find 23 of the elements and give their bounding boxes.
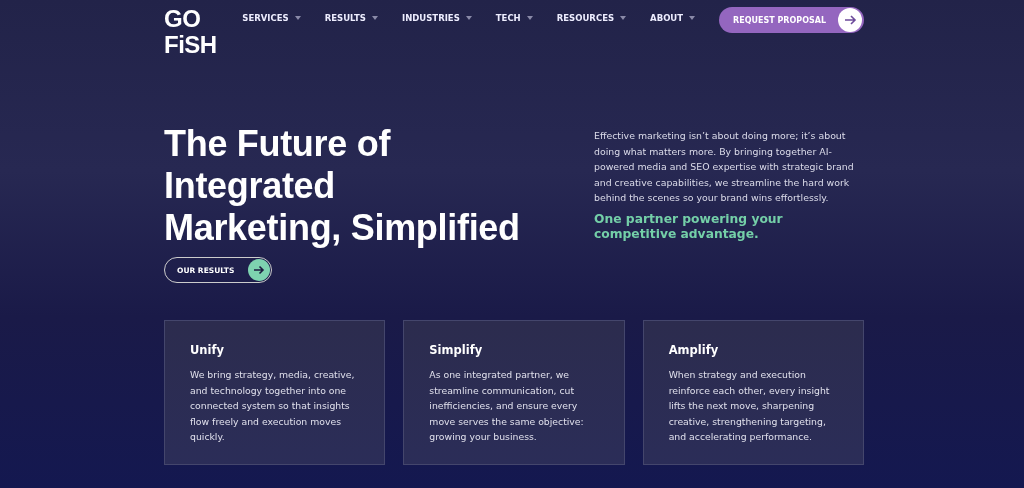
card-text: We bring strategy, media, creative, and technology together into one connected system so that insights flow freely and execution moves quickly. (190, 368, 356, 444)
hero-heading: The Future of Integrated Marketing, Simplified (164, 123, 520, 249)
hero-description: Effective marketing isn’t about doing more; it’s about doing what matters more. By bringing together AI-powered media and SEO expertise with strategic brand and creative capabilities, we streamline the hard work behind the scenes so your brand wins effortlessly. (594, 129, 855, 205)
caret-icon (294, 16, 301, 20)
nav-link[interactable]: SERVICES (242, 13, 301, 23)
card-title: Unify (190, 343, 225, 357)
caret-icon (620, 16, 627, 20)
nav-link[interactable]: RESULTS (324, 13, 378, 23)
card-text: When strategy and execution reinforce each other, every insight lifts the next move, sharpening creative, strengthening targeting, and accelerating performance. (668, 368, 831, 444)
card-title: Amplify (668, 343, 720, 357)
caret-icon (689, 16, 696, 20)
caret-icon (372, 16, 378, 20)
logo[interactable]: GO FiSH (164, 0, 225, 58)
nav-link[interactable]: RESOURCES (556, 13, 627, 23)
caret-icon (526, 16, 533, 20)
card-text: As one integrated partner, we streamline communication, cut inefficiencies, and ensure every move serves the same objective: growing your business. (429, 368, 585, 444)
request-proposal-button[interactable]: REQUEST PROPOSAL (719, 7, 864, 33)
nav-link[interactable]: ABOUT (650, 13, 696, 23)
card-title: Simplify (429, 343, 484, 357)
caret-icon (465, 16, 472, 20)
nav-link[interactable]: TECH (495, 13, 533, 23)
tagline: One partner powering your competitive advantage. (594, 211, 784, 242)
nav-link[interactable]: INDUSTRIES (402, 13, 472, 23)
